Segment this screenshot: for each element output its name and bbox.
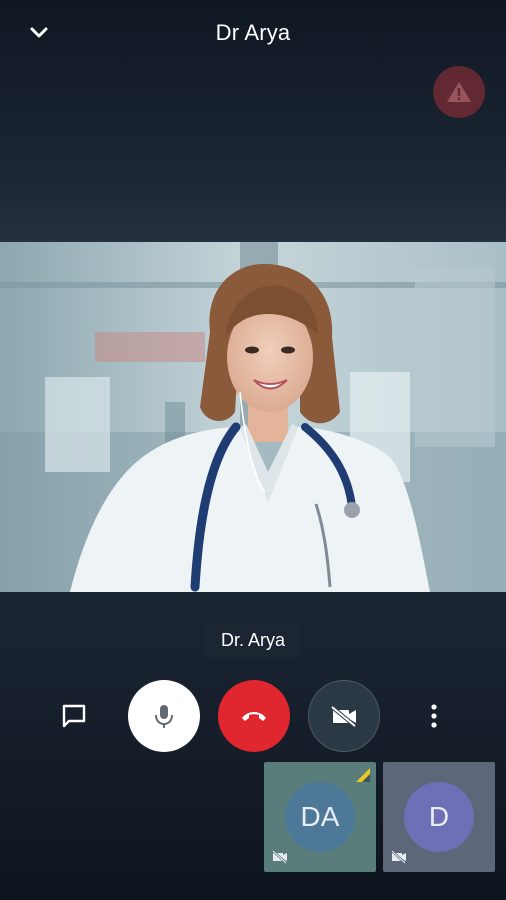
camera-off-icon bbox=[330, 705, 357, 728]
call-header: Dr Arya bbox=[0, 0, 506, 70]
chat-icon bbox=[62, 704, 86, 728]
participant-tile[interactable]: D bbox=[383, 762, 495, 872]
doctor-video-image bbox=[0, 242, 506, 592]
remote-video-feed bbox=[0, 242, 506, 592]
signal-strength-icon bbox=[356, 768, 370, 782]
hang-up-icon bbox=[242, 712, 266, 721]
chat-button[interactable] bbox=[38, 680, 110, 752]
more-vertical-icon bbox=[431, 704, 437, 728]
more-options-button[interactable] bbox=[398, 680, 470, 752]
camera-off-icon bbox=[391, 850, 406, 864]
warning-button[interactable] bbox=[433, 66, 485, 118]
microphone-button[interactable] bbox=[128, 680, 200, 752]
call-controls bbox=[0, 680, 506, 752]
warning-icon bbox=[447, 82, 471, 102]
end-call-button[interactable] bbox=[218, 680, 290, 752]
avatar: D bbox=[404, 782, 474, 852]
avatar: DA bbox=[285, 782, 355, 852]
call-title: Dr Arya bbox=[215, 20, 291, 45]
camera-toggle-button[interactable] bbox=[308, 680, 380, 752]
camera-off-icon bbox=[272, 850, 287, 864]
participant-name-caption: Dr. Arya bbox=[205, 622, 301, 658]
participant-tile[interactable]: DA bbox=[264, 762, 376, 872]
microphone-icon bbox=[155, 705, 173, 728]
